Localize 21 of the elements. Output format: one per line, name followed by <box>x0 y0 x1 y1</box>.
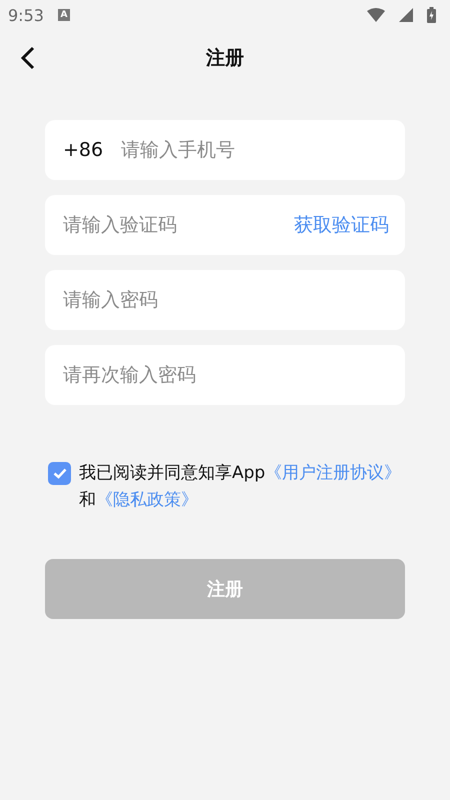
agreement-link[interactable]: 《隐私政策》 <box>96 490 198 510</box>
signal-icon <box>399 8 413 22</box>
agree-checkbox[interactable] <box>48 462 71 485</box>
text-input[interactable]: 请再次输入密码 <box>63 364 389 386</box>
country-code[interactable]: +86 <box>63 139 104 161</box>
text-input[interactable]: 请输入密码 <box>63 289 389 311</box>
phone-field[interactable]: +86 请输入手机号 <box>45 120 405 180</box>
text-input[interactable]: 请输入手机号 <box>121 139 389 161</box>
status-time: 9:53 <box>8 6 44 24</box>
checkmark-icon <box>52 468 66 479</box>
notification-icon: A <box>58 9 70 21</box>
page-title: 注册 <box>206 46 244 70</box>
agreement-link[interactable]: 《用户注册协议》 <box>265 463 402 483</box>
agreement-text: 我已阅读并同意知享App《用户注册协议》 和《隐私政策》 <box>79 462 402 512</box>
password-field[interactable]: 请再次输入密码 <box>45 345 405 405</box>
password-field[interactable]: 请输入密码 <box>45 270 405 330</box>
wifi-icon <box>367 8 385 22</box>
battery-icon <box>427 7 436 23</box>
text-input[interactable]: 请输入验证码 <box>63 214 276 236</box>
get-code-button[interactable]: 获取验证码 <box>294 212 389 238</box>
code-field[interactable]: 请输入验证码 获取验证码 <box>45 195 405 255</box>
